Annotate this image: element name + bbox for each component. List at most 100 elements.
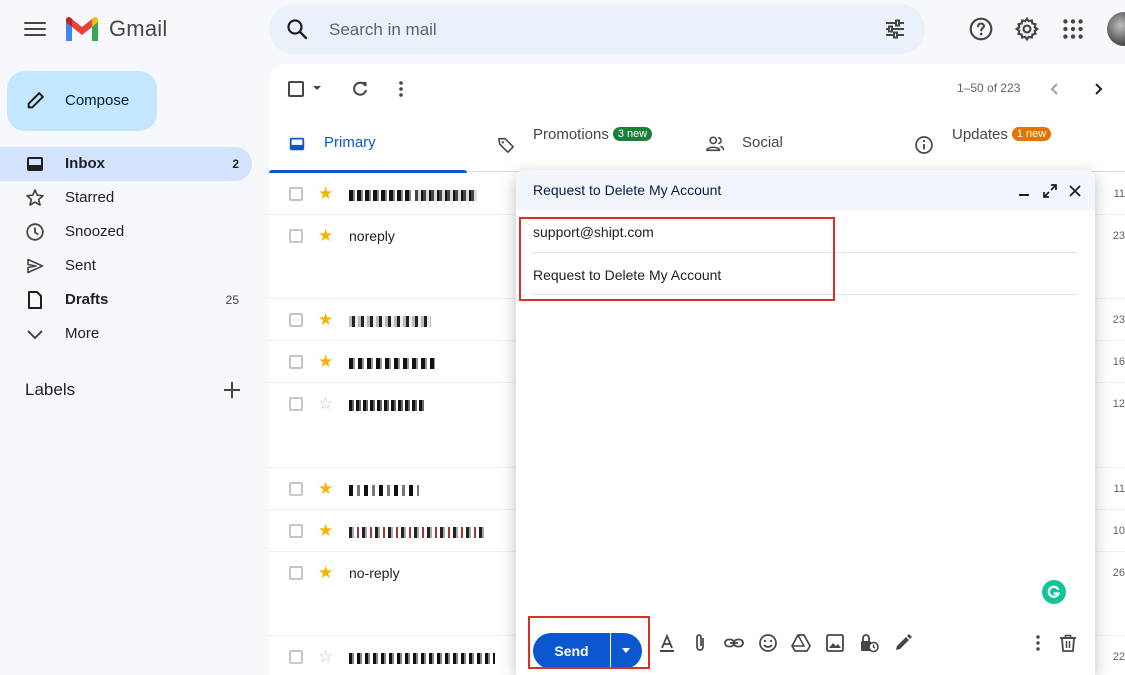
app-name: Gmail bbox=[109, 16, 168, 41]
tab-primary[interactable]: Primary bbox=[269, 116, 467, 173]
star-icon[interactable]: ★ bbox=[318, 310, 333, 330]
highlight-box-fields bbox=[519, 217, 835, 301]
draft-document-icon bbox=[28, 291, 42, 309]
row-checkbox[interactable] bbox=[289, 187, 303, 201]
row-date: 16 bbox=[1112, 356, 1125, 368]
select-dropdown-icon[interactable] bbox=[312, 84, 322, 92]
tab-label: Primary bbox=[324, 134, 376, 151]
google-drive-icon[interactable] bbox=[790, 632, 812, 654]
row-date: 23 bbox=[1112, 230, 1125, 242]
compose-label: Compose bbox=[65, 92, 130, 109]
insert-photo-icon[interactable] bbox=[824, 632, 846, 654]
grammarly-icon[interactable] bbox=[1042, 580, 1066, 604]
row-sender: noreply bbox=[349, 228, 395, 244]
tab-label: Promotions 3 new bbox=[533, 126, 653, 143]
more-options-icon[interactable] bbox=[393, 79, 409, 99]
star-outline-icon bbox=[26, 189, 44, 206]
expand-icon[interactable] bbox=[1042, 183, 1058, 199]
help-icon[interactable] bbox=[968, 16, 994, 42]
tab-social[interactable]: Social bbox=[705, 116, 905, 172]
add-label-icon[interactable] bbox=[222, 380, 242, 400]
select-all-checkbox[interactable] bbox=[288, 81, 304, 97]
compose-window: Request to Delete My Account support@shi… bbox=[516, 170, 1095, 675]
row-date: 12 bbox=[1112, 398, 1125, 410]
tab-promotions[interactable]: Promotions 3 new bbox=[495, 116, 695, 172]
row-date: 11 bbox=[1113, 188, 1125, 200]
sender-obscured bbox=[349, 354, 435, 370]
star-outline-icon[interactable]: ☆ bbox=[318, 647, 333, 667]
formatting-options-icon[interactable] bbox=[656, 632, 678, 654]
emoji-icon[interactable] bbox=[757, 632, 779, 654]
search-bar[interactable]: Search in mail bbox=[269, 4, 925, 54]
compose-header[interactable]: Request to Delete My Account bbox=[516, 170, 1095, 210]
inbox-icon bbox=[289, 137, 305, 151]
clock-icon bbox=[26, 223, 44, 241]
star-icon[interactable]: ★ bbox=[318, 521, 333, 541]
send-icon bbox=[27, 258, 44, 274]
sidebar-item-inbox[interactable]: Inbox 2 bbox=[0, 147, 252, 181]
row-checkbox[interactable] bbox=[289, 355, 303, 369]
confidential-mode-icon[interactable] bbox=[858, 632, 880, 654]
signature-pen-icon[interactable] bbox=[892, 632, 914, 654]
apps-grid-icon[interactable] bbox=[1060, 16, 1086, 42]
sidebar-item-label: Sent bbox=[65, 257, 96, 274]
discard-draft-trash-icon[interactable] bbox=[1057, 632, 1079, 654]
pencil-icon bbox=[27, 92, 44, 109]
sender-obscured bbox=[349, 523, 487, 539]
close-icon[interactable] bbox=[1067, 183, 1083, 199]
search-options-icon[interactable] bbox=[883, 17, 907, 41]
sender-obscured bbox=[349, 481, 419, 497]
sidebar-item-more[interactable]: More bbox=[0, 317, 252, 351]
pagination-text: 1–50 of 223 bbox=[957, 81, 1021, 95]
row-checkbox[interactable] bbox=[289, 482, 303, 496]
star-icon[interactable]: ★ bbox=[318, 479, 333, 499]
account-avatar[interactable] bbox=[1107, 12, 1125, 46]
compose-window-controls bbox=[1011, 182, 1083, 200]
sender-obscured bbox=[349, 312, 431, 328]
chevron-down-icon bbox=[27, 330, 43, 340]
top-bar: Gmail Search in mail bbox=[0, 0, 1125, 60]
star-icon[interactable]: ★ bbox=[318, 352, 333, 372]
more-options-icon[interactable] bbox=[1027, 632, 1049, 654]
main-menu-icon[interactable] bbox=[22, 18, 48, 42]
sender-obscured bbox=[349, 396, 425, 412]
row-sender: no-reply bbox=[349, 565, 400, 581]
sidebar-item-starred[interactable]: Starred bbox=[0, 181, 252, 215]
chevron-left-icon[interactable] bbox=[1047, 81, 1063, 97]
chevron-right-icon[interactable] bbox=[1090, 81, 1106, 97]
tab-label: Updates 1 new bbox=[952, 126, 1052, 143]
labels-heading: Labels bbox=[25, 380, 76, 399]
sidebar-item-label: Drafts bbox=[65, 291, 109, 308]
list-toolbar: 1–50 of 223 bbox=[269, 64, 1125, 112]
search-icon[interactable] bbox=[285, 17, 309, 41]
sidebar-item-sent[interactable]: Sent bbox=[0, 249, 252, 283]
sidebar-item-snoozed[interactable]: Snoozed bbox=[0, 215, 252, 249]
tag-icon bbox=[498, 137, 514, 153]
row-date: 26 bbox=[1112, 567, 1125, 579]
gmail-logo[interactable] bbox=[64, 14, 100, 44]
attach-file-icon[interactable] bbox=[689, 632, 711, 654]
row-checkbox[interactable] bbox=[289, 397, 303, 411]
row-checkbox[interactable] bbox=[289, 229, 303, 243]
new-count-badge: 1 new bbox=[1011, 127, 1052, 141]
sidebar-item-drafts[interactable]: Drafts 25 bbox=[0, 283, 252, 317]
insert-link-icon[interactable] bbox=[723, 632, 745, 654]
compose-button[interactable]: Compose bbox=[7, 71, 157, 131]
row-checkbox[interactable] bbox=[289, 313, 303, 327]
star-icon[interactable]: ★ bbox=[318, 184, 333, 204]
tab-label-text: Updates bbox=[952, 126, 1008, 143]
minimize-icon[interactable] bbox=[1016, 183, 1032, 199]
settings-gear-icon[interactable] bbox=[1014, 16, 1040, 42]
search-input[interactable]: Search in mail bbox=[329, 20, 437, 40]
star-icon[interactable]: ★ bbox=[318, 226, 333, 246]
refresh-icon[interactable] bbox=[350, 79, 370, 99]
row-checkbox[interactable] bbox=[289, 524, 303, 538]
row-checkbox[interactable] bbox=[289, 650, 303, 664]
star-outline-icon[interactable]: ☆ bbox=[318, 394, 333, 414]
star-icon[interactable]: ★ bbox=[318, 563, 333, 583]
inbox-count: 2 bbox=[232, 157, 239, 171]
row-checkbox[interactable] bbox=[289, 566, 303, 580]
tab-updates[interactable]: Updates 1 new bbox=[914, 116, 1114, 172]
info-icon bbox=[915, 136, 933, 154]
category-tabs: Primary Promotions 3 new Social Updates 1 … bbox=[269, 116, 1125, 173]
